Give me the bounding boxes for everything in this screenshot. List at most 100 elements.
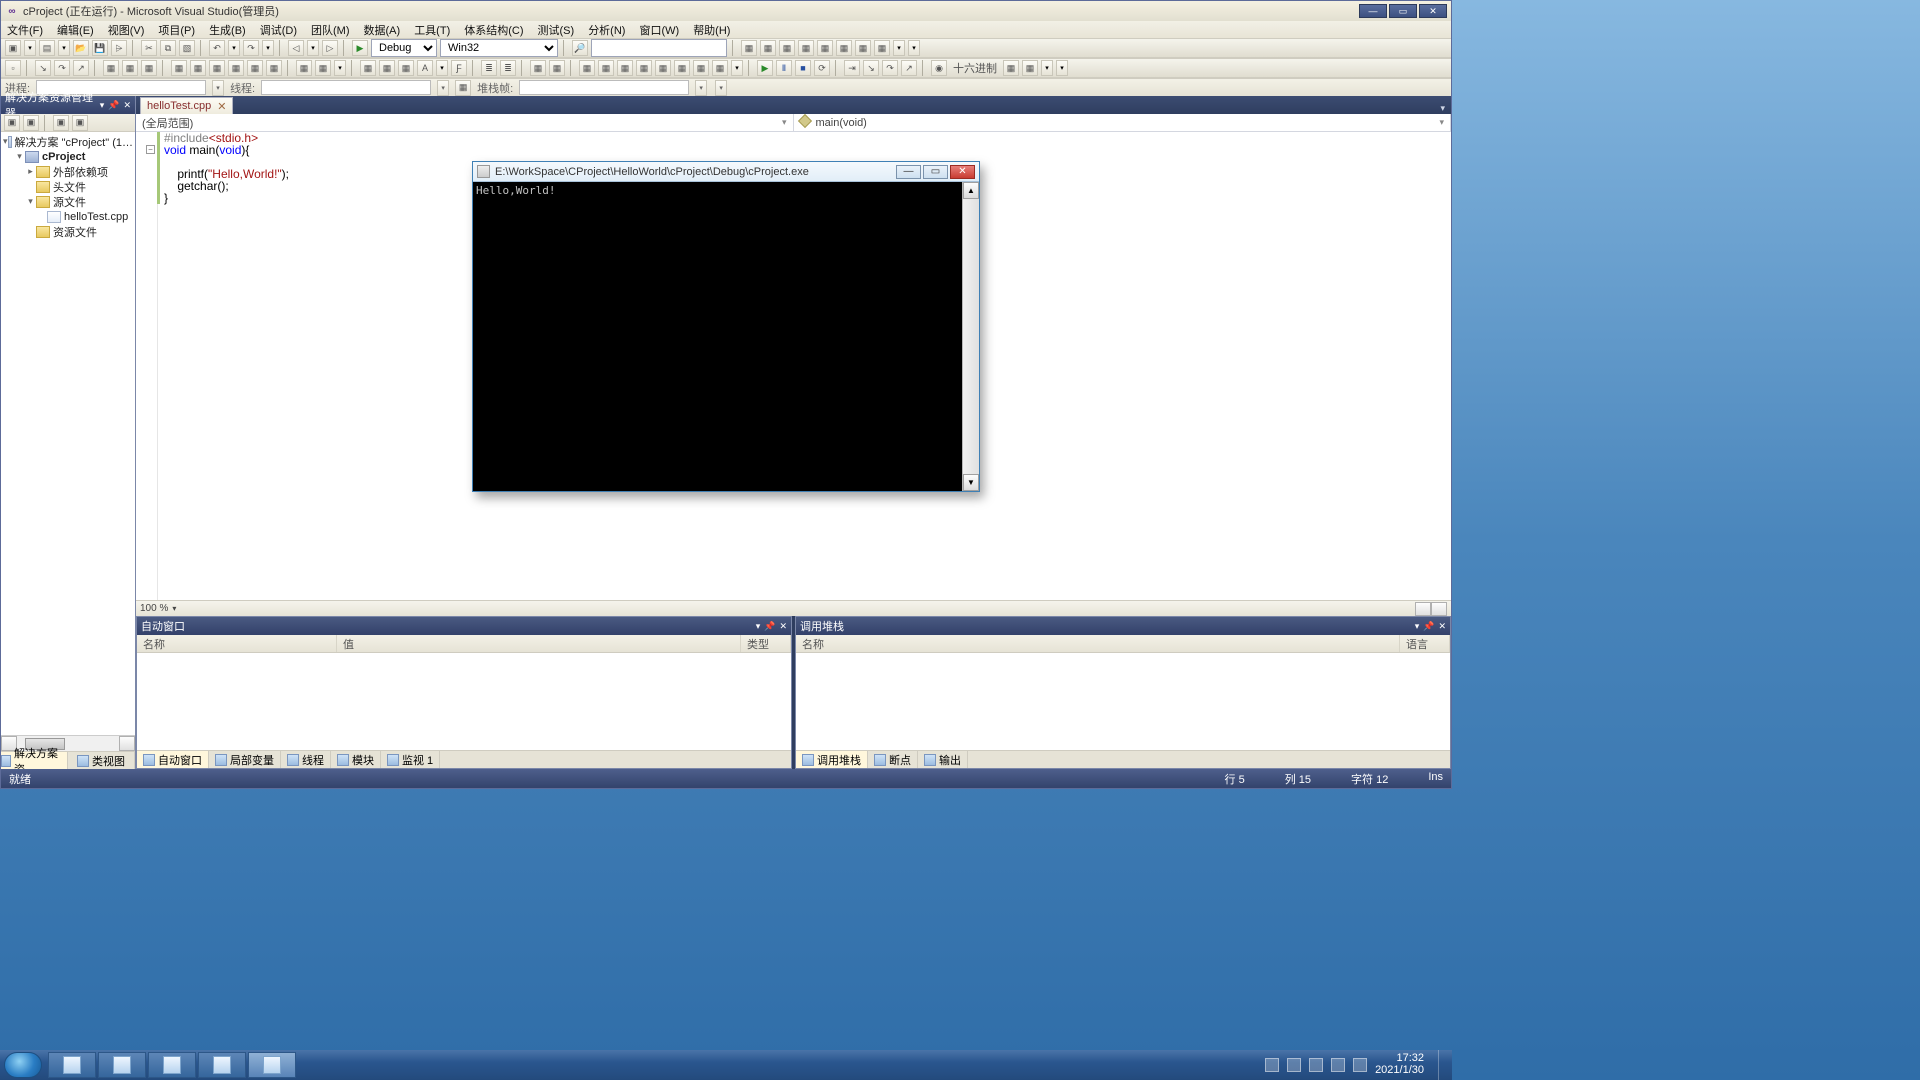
nav-back-dd[interactable]: ▾	[307, 40, 319, 56]
tab-output[interactable]: 输出	[918, 751, 968, 768]
add-item-dd[interactable]: ▾	[58, 40, 70, 56]
stop-button[interactable]: ■	[795, 60, 811, 76]
btn-e4[interactable]: A	[417, 60, 433, 76]
col-type[interactable]: 类型	[741, 635, 791, 652]
tray-show-hidden-icon[interactable]	[1265, 1058, 1279, 1072]
find-box[interactable]	[591, 39, 727, 57]
col-name[interactable]: 名称	[137, 635, 337, 652]
tree-headers[interactable]: 头文件	[25, 179, 133, 194]
thread-opts-button[interactable]: ▦	[455, 80, 471, 96]
btn-e1[interactable]: ▦	[360, 60, 376, 76]
expander-icon[interactable]: ▸	[25, 166, 36, 177]
btn-d8[interactable]: ▦	[247, 60, 263, 76]
menu-team[interactable]: 团队(M)	[311, 22, 350, 38]
btn-d1[interactable]: ▦	[103, 60, 119, 76]
menu-debug[interactable]: 调试(D)	[260, 22, 297, 38]
new-file-button[interactable]: ▫	[5, 60, 21, 76]
pane-dropdown-icon[interactable]: ▾	[1415, 621, 1420, 632]
btn-d9[interactable]: ▦	[266, 60, 282, 76]
callstack-body[interactable]	[796, 653, 1450, 750]
thread-dd[interactable]: ▾	[437, 80, 449, 96]
tree-sources[interactable]: ▾源文件	[25, 194, 133, 209]
expander-icon[interactable]: ▾	[25, 196, 36, 207]
sol-btn-3[interactable]: ▣	[53, 115, 69, 131]
new-project-button[interactable]: ▣	[5, 40, 21, 56]
paste-button[interactable]: ▧	[179, 40, 195, 56]
pane-pin-icon[interactable]: 📌	[764, 621, 775, 632]
tree-file-hellotest[interactable]: helloTest.cpp	[36, 209, 133, 224]
tab-locals[interactable]: 局部变量	[209, 751, 281, 768]
sol-btn-1[interactable]: ▣	[4, 115, 20, 131]
taskbar-app-console[interactable]	[248, 1052, 296, 1078]
btn-g8-dd[interactable]: ▾	[731, 60, 743, 76]
btn-g8[interactable]: ▦	[712, 60, 728, 76]
tree-external[interactable]: ▸外部依赖项	[25, 164, 133, 179]
indent-button[interactable]: ≣	[481, 60, 497, 76]
tray-shield-icon[interactable]	[1309, 1058, 1323, 1072]
tree-solution[interactable]: ▾解决方案 "cProject" (1…	[3, 134, 133, 149]
console-maximize-button[interactable]: ▭	[923, 165, 948, 179]
btn-g6[interactable]: ▦	[674, 60, 690, 76]
col-lang[interactable]: 语言	[1400, 635, 1450, 652]
step-into-button[interactable]: ↘	[35, 60, 51, 76]
menu-window[interactable]: 窗口(W)	[639, 22, 679, 38]
process-dd[interactable]: ▾	[212, 80, 224, 96]
stackframe-select[interactable]	[519, 80, 689, 95]
menu-tools[interactable]: 工具(T)	[414, 22, 450, 38]
tb-btn-d[interactable]: ▦	[798, 40, 814, 56]
hex-label[interactable]: 十六进制	[950, 60, 1000, 76]
save-all-button[interactable]: ⩥	[111, 40, 127, 56]
pane-pin-icon[interactable]: 📌	[108, 100, 119, 111]
scroll-track[interactable]	[963, 199, 979, 474]
btn-g7[interactable]: ▦	[693, 60, 709, 76]
tab-autos[interactable]: 自动窗口	[137, 751, 209, 768]
btn-d6[interactable]: ▦	[209, 60, 225, 76]
menu-edit[interactable]: 编辑(E)	[57, 22, 94, 38]
console-minimize-button[interactable]: —	[896, 165, 921, 179]
console-scrollbar[interactable]: ▲ ▼	[962, 182, 979, 491]
scroll-down-button[interactable]: ▼	[963, 474, 979, 491]
tray-clock[interactable]: 17:32 2021/1/30	[1375, 1053, 1424, 1076]
breakpoints-button[interactable]: ◉	[931, 60, 947, 76]
tb-btn-e[interactable]: ▦	[817, 40, 833, 56]
btn-d2[interactable]: ▦	[122, 60, 138, 76]
find-scope-button[interactable]: 🔎	[572, 40, 588, 56]
menu-file[interactable]: 文件(F)	[7, 22, 43, 38]
tab-solution-explorer[interactable]: 解决方案资…	[1, 752, 68, 769]
titlebar[interactable]: ∞ cProject (正在运行) - Microsoft Visual Stu…	[1, 1, 1451, 21]
taskbar-app-ie[interactable]	[48, 1052, 96, 1078]
menu-help[interactable]: 帮助(H)	[693, 22, 730, 38]
tree-resources[interactable]: 资源文件	[25, 224, 133, 239]
btn-e3[interactable]: ▦	[398, 60, 414, 76]
menu-build[interactable]: 生成(B)	[209, 22, 246, 38]
stackframe-dd[interactable]: ▾	[695, 80, 707, 96]
cut-button[interactable]: ✂	[141, 40, 157, 56]
redo-dd[interactable]: ▾	[262, 40, 274, 56]
open-button[interactable]: 📂	[73, 40, 89, 56]
menu-analyze[interactable]: 分析(N)	[588, 22, 625, 38]
pane-pin-icon[interactable]: 📌	[1423, 621, 1434, 632]
btn-g4[interactable]: ▦	[636, 60, 652, 76]
platform-select[interactable]: Win32	[440, 39, 558, 57]
new-project-dd[interactable]: ▾	[24, 40, 36, 56]
btn-f2[interactable]: ▦	[549, 60, 565, 76]
btn-h2-dd[interactable]: ▾	[1041, 60, 1053, 76]
restart-button[interactable]: ⟳	[814, 60, 830, 76]
document-tab-hellotest[interactable]: helloTest.cpp ✕	[140, 97, 233, 114]
btn-e5[interactable]: Ƒ	[451, 60, 467, 76]
show-desktop-button[interactable]	[1438, 1050, 1448, 1080]
tabstrip-dropdown-icon[interactable]: ▾	[1434, 103, 1451, 114]
undo-dd[interactable]: ▾	[228, 40, 240, 56]
col-name[interactable]: 名称	[796, 635, 1400, 652]
minimize-button[interactable]: —	[1359, 4, 1387, 18]
code-fold-icon[interactable]: −	[146, 145, 155, 154]
btn-g5[interactable]: ▦	[655, 60, 671, 76]
tb-btn-h[interactable]: ▦	[874, 40, 890, 56]
save-button[interactable]: 💾	[92, 40, 108, 56]
uncomment-button[interactable]: ▦	[315, 60, 331, 76]
pane-close-icon[interactable]: ✕	[123, 100, 131, 111]
add-item-button[interactable]: ▤	[39, 40, 55, 56]
btn-g1[interactable]: ▦	[579, 60, 595, 76]
btn-f1[interactable]: ▦	[530, 60, 546, 76]
menu-test[interactable]: 测试(S)	[538, 22, 575, 38]
